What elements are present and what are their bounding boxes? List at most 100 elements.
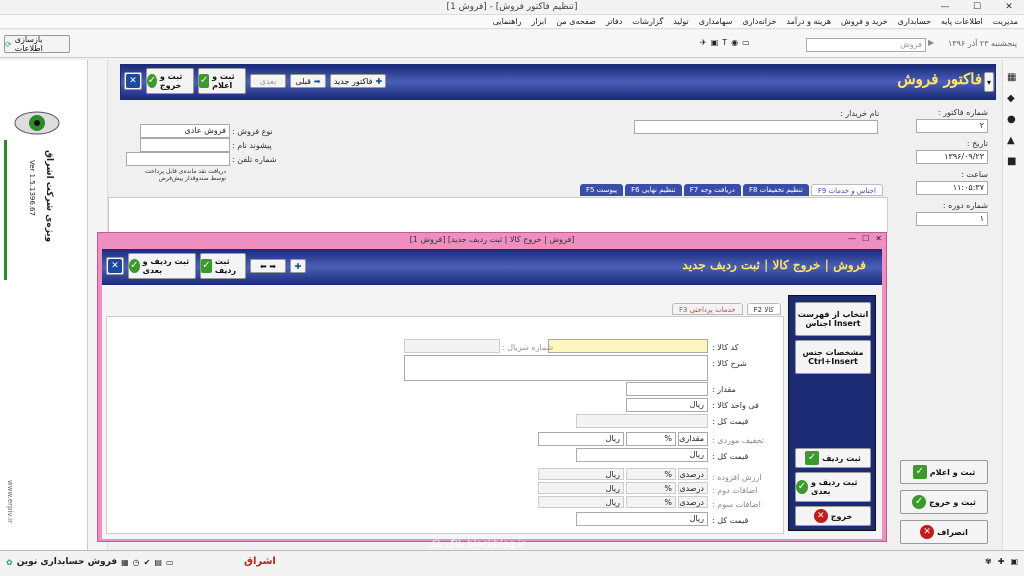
time-field[interactable]: ۱۱:۰۵:۳۷ xyxy=(916,181,988,195)
globe-icon[interactable]: ◉ xyxy=(731,38,738,47)
side-exit-button[interactable]: ✕ خروج xyxy=(795,506,871,526)
save-print-button[interactable]: ✓ ثبت و اعلام xyxy=(198,68,246,94)
extra2-amount[interactable]: ریال xyxy=(538,482,624,494)
menu-item-9[interactable]: دفاتر xyxy=(606,15,622,28)
palette-icon[interactable]: ✾ xyxy=(985,557,992,566)
side-save-next-button[interactable]: ✓ ثبت ردیف و بعدی xyxy=(795,472,871,502)
extra2-type[interactable]: درصدی xyxy=(678,482,708,494)
search-input[interactable]: فروش xyxy=(806,38,926,52)
check-icon: ✓ xyxy=(147,74,157,88)
discount-pct[interactable]: % xyxy=(626,432,676,446)
extra3-pct[interactable]: % xyxy=(626,496,676,508)
side-save-print-button[interactable]: ✓ ثبت و اعلام xyxy=(900,460,988,484)
dialog-close-button[interactable]: ✕ xyxy=(106,257,124,275)
side-save-row-button[interactable]: ✓ ثبت ردیف xyxy=(795,448,871,468)
invoice-tab-2[interactable]: دریافت وجه F7 xyxy=(683,184,741,196)
text-icon[interactable]: T xyxy=(722,38,727,47)
total3-field: ریال xyxy=(576,512,708,526)
dialog-title: [فروش 1] [فروش | خروج کالا | ثبت ردیف جد… xyxy=(409,235,575,244)
app-version: Ver 1.5.1396.67 xyxy=(28,160,36,216)
buyer-field[interactable] xyxy=(634,120,878,134)
invoice-no-field[interactable]: ۲ xyxy=(916,119,988,133)
spec-button[interactable]: مشخصات جنس Ctrl+Insert xyxy=(795,340,871,374)
extra3-type[interactable]: درصدی xyxy=(678,496,708,508)
vat-pct[interactable]: % xyxy=(626,468,676,480)
quick-icon-2[interactable]: ◆ xyxy=(1007,93,1020,104)
invoice-tab-3[interactable]: تنظیم نهایی F6 xyxy=(625,184,682,196)
company-name: ویژه‌ی شرکت اشراق xyxy=(44,150,54,243)
menu-item-3[interactable]: خرید و فروش xyxy=(841,15,888,28)
dialog-save-next-button[interactable]: ✓ ثبت ردیف و بعدی xyxy=(128,253,196,279)
puzzle-icon[interactable]: ✚ xyxy=(998,557,1005,566)
discount-type[interactable]: مقداری xyxy=(678,432,708,446)
tab-services[interactable]: خدمات پرداختی F3 xyxy=(672,303,743,315)
side-save-exit-button[interactable]: ✓ ثبت و خروج xyxy=(900,490,988,514)
status-icon-3[interactable]: ✔ xyxy=(144,558,151,567)
side-cancel-button[interactable]: ✕ انصراف xyxy=(900,520,988,544)
phone-field[interactable] xyxy=(126,152,230,166)
status-icon-2[interactable]: ◷ xyxy=(133,558,140,567)
serial-field[interactable] xyxy=(404,339,500,353)
close-icon[interactable]: ✕ xyxy=(875,234,882,243)
tools-icon[interactable]: ✈ xyxy=(700,38,707,47)
next-button[interactable]: بعدی xyxy=(250,74,286,88)
code-field[interactable] xyxy=(548,339,708,353)
dialog-save-row-button[interactable]: ✓ ثبت ردیف xyxy=(200,253,246,279)
invoice-tab-0[interactable]: اجناس و خدمات F9 xyxy=(810,184,883,196)
status-icon-1[interactable]: ▦ xyxy=(121,558,129,567)
window-titlebar: [فروش 1] - [تنظیم فاکتور فروش] — ☐ ✕ xyxy=(0,0,1024,15)
vat-type[interactable]: درصدی xyxy=(678,468,708,480)
close-form-button[interactable]: ✕ xyxy=(124,72,142,90)
quick-icon-1[interactable]: ▦ xyxy=(1007,72,1020,83)
menu-item-5[interactable]: خزانه‌داری xyxy=(742,15,776,28)
menu-item-8[interactable]: گزارشات xyxy=(632,15,663,28)
new-invoice-button[interactable]: فاکتور جدید ✚ xyxy=(330,74,386,88)
prefix-select[interactable] xyxy=(140,138,230,152)
dialog-controls: — ☐ ✕ xyxy=(848,234,882,243)
maximize-icon[interactable]: ☐ xyxy=(966,1,988,13)
menu-item-1[interactable]: اطلاعات پایه xyxy=(941,15,983,28)
quick-icon-5[interactable]: ■ xyxy=(1007,156,1020,167)
check-icon: ✓ xyxy=(912,495,927,509)
prev-button[interactable]: قبلی ➡ xyxy=(290,74,326,88)
date-field[interactable]: ۱۳۹۶/۰۹/۲۳ xyxy=(916,150,988,164)
invoice-tab-1[interactable]: تنظیم تخفیفات F8 xyxy=(742,184,809,196)
tab-item[interactable]: کالا F2 xyxy=(746,303,781,315)
minimize-icon[interactable]: — xyxy=(848,234,856,243)
vat-amount[interactable]: ریال xyxy=(538,468,624,480)
dialog-add-button[interactable]: ✚ xyxy=(290,259,306,273)
qty-field[interactable] xyxy=(626,382,708,396)
discount-amount[interactable]: ریال xyxy=(538,432,624,446)
form-menu-button[interactable]: ▾ xyxy=(984,72,994,92)
menu-item-12[interactable]: راهنمایی xyxy=(493,15,522,28)
menu-item-6[interactable]: سهامداری xyxy=(699,15,733,28)
sale-type-select[interactable]: فروش عادی xyxy=(140,124,230,138)
menu-item-7[interactable]: تولید xyxy=(673,15,688,28)
menu-item-2[interactable]: حسابداری xyxy=(898,15,931,28)
sync-button[interactable]: ⟳ بازسازی اطلاعات xyxy=(4,35,70,53)
menu-item-0[interactable]: مدیریت xyxy=(993,15,1018,28)
status-icon-5[interactable]: ▭ xyxy=(166,558,174,567)
menu-item-10[interactable]: صفحه‌ی من xyxy=(556,15,595,28)
quick-icon-4[interactable]: ▲ xyxy=(1007,135,1020,146)
menu-item-11[interactable]: ابزار xyxy=(531,15,546,28)
pick-list-button[interactable]: انتخاب از فهرست اجناس Insert xyxy=(795,302,871,336)
save-exit-button[interactable]: ✓ ثبت و خروج xyxy=(146,68,194,94)
extra2-pct[interactable]: % xyxy=(626,482,676,494)
maximize-icon[interactable]: ☐ xyxy=(862,234,869,243)
invoice-tab-4[interactable]: پیوست F5 xyxy=(580,184,624,196)
quick-icon-3[interactable]: ● xyxy=(1007,114,1020,125)
window-icon[interactable]: ▣ xyxy=(1010,557,1018,566)
website: www.erpiv.ir xyxy=(6,480,14,523)
period-field[interactable]: ۱ xyxy=(916,212,988,226)
close-icon[interactable]: ✕ xyxy=(998,1,1020,13)
extra3-amount[interactable]: ریال xyxy=(538,496,624,508)
dialog-nav-buttons[interactable]: ⬅ ➡ xyxy=(250,259,286,273)
calc-icon[interactable]: ▣ xyxy=(711,38,719,47)
desc-field[interactable] xyxy=(404,355,708,381)
minimize-icon[interactable]: — xyxy=(934,1,956,13)
menu-item-4[interactable]: هزینه و درآمد xyxy=(786,15,831,28)
unit-price-field[interactable]: ریال xyxy=(626,398,708,412)
status-icon-4[interactable]: ▤ xyxy=(154,558,162,567)
window-icon[interactable]: ▭ xyxy=(742,38,750,47)
